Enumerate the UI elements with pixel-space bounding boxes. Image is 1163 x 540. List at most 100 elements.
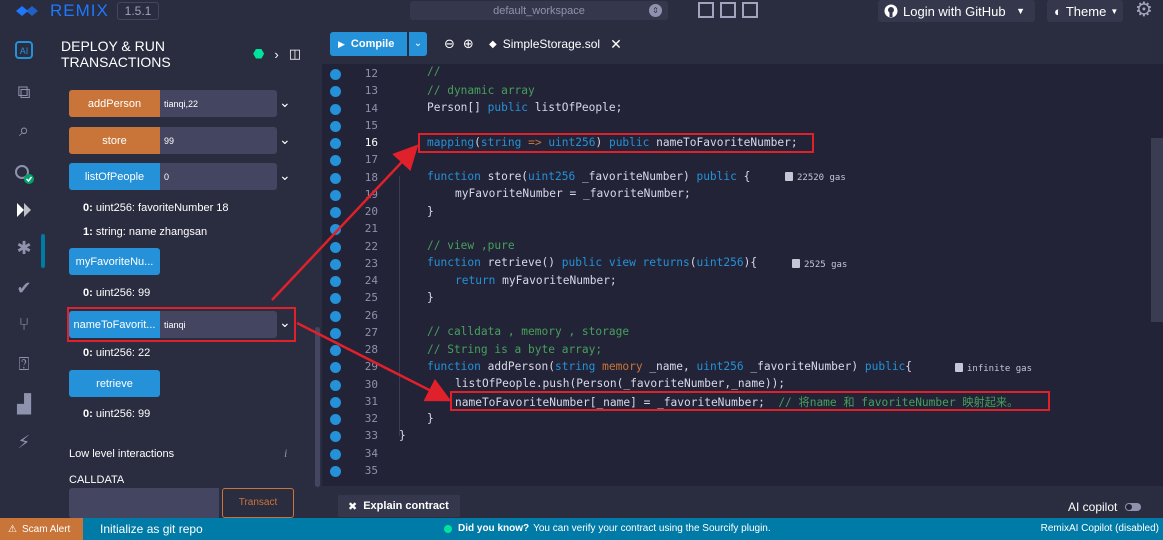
debugger-icon[interactable]: ✱ bbox=[12, 236, 36, 260]
breakpoint-dot[interactable] bbox=[330, 310, 341, 322]
layout-sidepanel-icon[interactable] bbox=[698, 2, 714, 18]
workspace-select[interactable]: default_workspace ⇕ bbox=[410, 1, 668, 20]
transact-button[interactable]: Transact bbox=[222, 488, 294, 518]
remix-logo-icon bbox=[16, 6, 38, 16]
breakpoint-dot[interactable] bbox=[330, 293, 341, 305]
retrieve-button[interactable]: retrieve bbox=[69, 370, 160, 397]
compile-button[interactable]: ▶ Compile bbox=[330, 32, 407, 56]
info-icon[interactable]: i bbox=[284, 446, 287, 461]
breakpoint-dot[interactable] bbox=[330, 345, 341, 356]
low-level-title: Low level interactions bbox=[69, 448, 175, 460]
indent-guide bbox=[399, 176, 400, 436]
breakpoint-dot[interactable] bbox=[330, 172, 341, 184]
breakpoint-dot[interactable] bbox=[330, 241, 341, 253]
line-number: 31 bbox=[364, 394, 378, 408]
init-git-link[interactable]: Initialize as git repo bbox=[100, 522, 203, 536]
panel-title: DEPLOY & RUN TRANSACTIONS bbox=[61, 38, 171, 70]
breakpoint-dot[interactable] bbox=[330, 155, 341, 167]
breakpoint-dot[interactable] bbox=[330, 138, 341, 149]
compile-label: Compile bbox=[350, 38, 395, 50]
gear-icon[interactable]: ⚙ bbox=[1135, 0, 1153, 20]
active-indicator bbox=[41, 234, 45, 268]
layout-columns-icon[interactable] bbox=[742, 2, 758, 18]
layout-terminal-icon[interactable] bbox=[720, 2, 736, 18]
breakpoint-dot[interactable] bbox=[330, 327, 341, 339]
explain-contract-button[interactable]: ✖ Explain contract bbox=[338, 495, 460, 517]
ai-copilot-toggle[interactable]: AI copilot bbox=[1068, 500, 1142, 514]
breakpoint-dot[interactable] bbox=[330, 465, 341, 477]
scam-alert[interactable]: ⚠ Scam Alert bbox=[0, 518, 83, 540]
addperson-button[interactable]: addPerson bbox=[69, 90, 160, 117]
breakpoint-dot[interactable] bbox=[330, 69, 341, 80]
output-key: 0: bbox=[83, 408, 93, 420]
breakpoint-dot[interactable] bbox=[330, 224, 341, 236]
breakpoint-dot[interactable] bbox=[330, 431, 341, 443]
myfavoritenumber-button[interactable]: myFavoriteNu... bbox=[69, 248, 160, 275]
login-github-button[interactable]: Login with GitHub ▼ bbox=[878, 0, 1035, 22]
listofpeople-input[interactable]: 0 bbox=[160, 163, 277, 190]
copilot-label: AI copilot bbox=[1068, 500, 1118, 514]
compile-options-caret[interactable]: ⌄ bbox=[409, 32, 427, 56]
function-row-retrieve: retrieve bbox=[69, 370, 160, 397]
line-number: 15 bbox=[364, 118, 378, 132]
highlight-box-assignment bbox=[450, 391, 1050, 411]
chevron-down-icon[interactable]: ⌄ bbox=[279, 131, 291, 148]
deploy-run-icon[interactable] bbox=[12, 198, 36, 222]
gas-pump-icon bbox=[792, 259, 800, 268]
breakpoint-dot[interactable] bbox=[330, 414, 341, 425]
breakpoint-dot[interactable] bbox=[330, 86, 341, 98]
store-button[interactable]: store bbox=[69, 127, 160, 154]
breakpoint-dot[interactable] bbox=[330, 258, 341, 270]
theme-button[interactable]: ◐ Theme ▼ bbox=[1047, 0, 1123, 22]
line-number: 18 bbox=[364, 170, 378, 184]
shield-icon[interactable]: ⬣ bbox=[253, 46, 264, 62]
remix-logo[interactable]: REMIX bbox=[14, 0, 109, 22]
git-icon[interactable]: ⑂ bbox=[12, 312, 36, 336]
breakpoint-dot[interactable] bbox=[330, 362, 341, 374]
line-number: 21 bbox=[364, 222, 378, 236]
checkmark-icon[interactable]: ✔ bbox=[12, 276, 36, 300]
breakpoint-dot[interactable] bbox=[330, 207, 341, 218]
breakpoint-dot[interactable] bbox=[330, 120, 341, 132]
breakpoint-dot[interactable] bbox=[330, 103, 341, 115]
retrieve-output: 0: uint256: 99 bbox=[83, 408, 150, 420]
gas-estimate-store: 22520 gas bbox=[785, 172, 846, 183]
breakpoint-dot[interactable] bbox=[330, 276, 341, 287]
toggle-switch[interactable] bbox=[1125, 503, 1142, 511]
addperson-input[interactable]: tianqi,22 bbox=[160, 90, 277, 117]
half-moon-icon: ◐ bbox=[1054, 3, 1062, 19]
store-input[interactable]: 99 bbox=[160, 127, 277, 154]
chat-icon[interactable]: ⍰ bbox=[12, 352, 36, 376]
explain-label: Explain contract bbox=[363, 500, 449, 512]
listofpeople-button[interactable]: listOfPeople bbox=[69, 163, 160, 190]
file-tab[interactable]: ◆ SimpleStorage.sol ✕ bbox=[489, 32, 622, 56]
plugin-manager-icon[interactable]: ⚡ bbox=[12, 430, 36, 454]
editor-scrollbar[interactable] bbox=[1151, 138, 1163, 322]
zoom-out-icon[interactable]: ⊖ bbox=[444, 36, 455, 52]
chevron-down-icon[interactable]: ⌄ bbox=[279, 94, 291, 111]
code-editor[interactable]: 12 13 14 15 16 17 18 19 20 21 22 23 24 25 26 27 28 29 30 31… bbox=[322, 64, 1163, 486]
side-panel-scrollbar[interactable] bbox=[315, 327, 320, 487]
code-line-23: function retrieve() public view returns(… bbox=[427, 256, 758, 269]
breakpoint-dot[interactable] bbox=[330, 396, 341, 408]
function-row-listofpeople: listOfPeople 0 bbox=[69, 163, 277, 190]
remix-ai-icon[interactable]: AI bbox=[12, 38, 36, 62]
breakpoint-dot[interactable] bbox=[330, 379, 341, 391]
breakpoint-dot[interactable] bbox=[330, 448, 341, 460]
file-explorer-icon[interactable]: ⧉ bbox=[12, 80, 36, 104]
line-number: 19 bbox=[364, 187, 378, 201]
nametofavoritenumber-output: 0: uint256: 22 bbox=[83, 347, 150, 359]
close-icon[interactable]: ✕ bbox=[610, 36, 622, 53]
search-icon[interactable]: ⌕ bbox=[12, 118, 36, 142]
zoom-in-icon[interactable]: ⊕ bbox=[463, 36, 474, 52]
calldata-input[interactable] bbox=[69, 488, 219, 518]
chevron-down-icon[interactable]: ⌄ bbox=[279, 167, 291, 184]
chevron-right-icon[interactable]: › bbox=[274, 47, 278, 62]
line-number: 16 bbox=[364, 136, 378, 149]
line-number: 22 bbox=[364, 239, 378, 253]
learn-icon[interactable]: ▟ bbox=[12, 392, 36, 416]
solidity-compiler-icon[interactable] bbox=[12, 162, 36, 186]
pin-panel-icon[interactable]: ◫ bbox=[289, 46, 301, 62]
breakpoint-dot[interactable] bbox=[330, 189, 341, 201]
panel-title-line2: TRANSACTIONS bbox=[61, 54, 171, 70]
